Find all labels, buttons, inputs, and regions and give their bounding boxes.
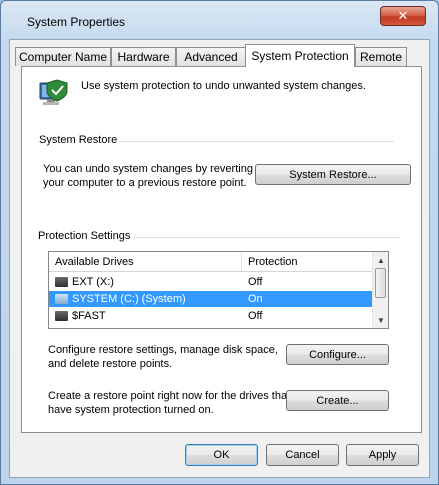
system-restore-heading: System Restore — [39, 134, 118, 146]
list-header: Available Drives Protection — [49, 252, 372, 272]
tab-remote[interactable]: Remote — [355, 47, 407, 66]
tab-advanced[interactable]: Advanced — [176, 47, 246, 66]
drive-name: $FAST — [72, 310, 106, 322]
configure-button[interactable]: Configure... — [286, 344, 389, 365]
divider — [119, 141, 394, 142]
window-title: System Properties — [27, 15, 126, 29]
tab-label: Computer Name — [18, 50, 108, 64]
configure-desc-line2: and delete restore points. — [48, 358, 173, 370]
intro-text: Use system protection to undo unwanted s… — [81, 80, 366, 92]
close-button[interactable]: ✕ — [380, 6, 426, 26]
configure-desc-line1: Configure restore settings, manage disk … — [48, 344, 278, 356]
create-desc-line1: Create a restore point right now for the… — [48, 390, 291, 402]
drives-list[interactable]: Available Drives Protection EXT (X:) Off… — [48, 251, 389, 329]
drive-name: SYSTEM (C:) (System) — [72, 293, 186, 305]
drive-name: EXT (X:) — [72, 276, 114, 288]
computer-shield-icon — [37, 77, 71, 111]
apply-button[interactable]: Apply — [346, 444, 419, 466]
drive-protection: Off — [248, 310, 263, 322]
cancel-button[interactable]: Cancel — [266, 444, 339, 466]
tab-label: Advanced — [184, 50, 238, 64]
tab-label: Hardware — [117, 50, 170, 64]
ok-button[interactable]: OK — [185, 444, 258, 466]
scroll-up-arrow-icon[interactable]: ▲ — [373, 252, 389, 268]
create-desc-line2: have system protection turned on. — [48, 404, 214, 416]
tab-system-protection[interactable]: System Protection — [245, 44, 355, 67]
close-icon: ✕ — [397, 8, 409, 23]
drive-protection: On — [248, 293, 263, 305]
tab-panel — [21, 66, 422, 433]
vertical-scrollbar[interactable]: ▲ ▼ — [372, 252, 388, 328]
hard-drive-icon — [55, 311, 68, 321]
system-restore-button[interactable]: System Restore... — [255, 164, 411, 185]
tab-strip: Computer Name Hardware Advanced System P… — [15, 44, 425, 67]
column-label: Protection — [248, 255, 298, 268]
column-label: Available Drives — [55, 255, 134, 268]
hard-drive-icon — [55, 277, 68, 287]
tab-label: Remote — [359, 50, 403, 64]
protection-settings-heading: Protection Settings — [38, 230, 131, 242]
system-restore-desc-line2: your computer to a previous restore poin… — [43, 177, 247, 189]
list-item[interactable]: $FAST Off — [49, 308, 372, 324]
drive-protection: Off — [248, 276, 263, 288]
system-properties-window: System Properties ✕ Computer Name Hardwa… — [0, 0, 439, 485]
list-item[interactable]: SYSTEM (C:) (System) On — [49, 291, 372, 307]
column-protection[interactable]: Protection — [242, 252, 372, 271]
tab-computer-name[interactable]: Computer Name — [15, 47, 111, 66]
title-bar[interactable]: System Properties ✕ — [1, 1, 438, 39]
scroll-thumb[interactable] — [375, 268, 386, 298]
system-restore-desc-line1: You can undo system changes by reverting — [43, 163, 253, 175]
column-available-drives[interactable]: Available Drives — [49, 252, 242, 271]
tab-hardware[interactable]: Hardware — [111, 47, 176, 66]
divider — [133, 237, 400, 238]
tab-label: System Protection — [251, 49, 349, 63]
scroll-down-arrow-icon[interactable]: ▼ — [373, 312, 389, 328]
system-drive-icon — [55, 294, 68, 304]
create-button[interactable]: Create... — [286, 390, 389, 411]
list-item[interactable]: EXT (X:) Off — [49, 274, 372, 290]
